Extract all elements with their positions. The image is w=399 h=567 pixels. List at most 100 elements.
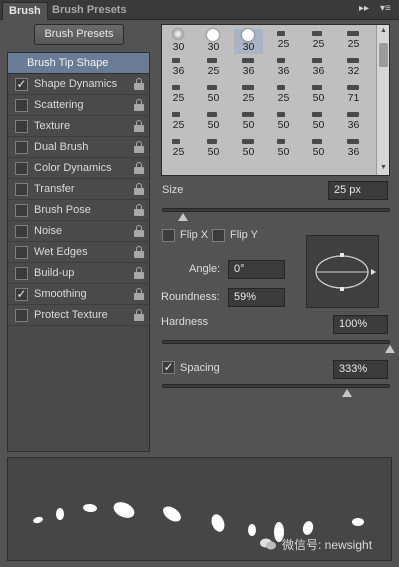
brush-tip-cell[interactable]: 50: [269, 110, 298, 135]
lock-icon[interactable]: [134, 288, 144, 300]
scroll-down-arrow-icon[interactable]: ▼: [380, 164, 387, 171]
brush-tip-cell[interactable]: 36: [164, 56, 193, 81]
setting-checkbox[interactable]: [15, 246, 28, 259]
lock-icon[interactable]: [134, 246, 144, 258]
brush-tip-cell[interactable]: 50: [304, 83, 333, 108]
hardness-slider-track[interactable]: [162, 340, 390, 344]
scroll-thumb[interactable]: [379, 43, 388, 67]
lock-icon[interactable]: [134, 99, 144, 111]
angle-ellipse-icon[interactable]: [307, 236, 380, 309]
brush-tip-cell[interactable]: 25: [339, 29, 368, 54]
setting-checkbox[interactable]: [15, 183, 28, 196]
brush-tip-size: 30: [172, 41, 185, 53]
setting-checkbox[interactable]: [15, 120, 28, 133]
setting-checkbox[interactable]: [15, 225, 28, 238]
hardness-slider-handle[interactable]: [385, 345, 395, 353]
brush-tip-cell[interactable]: 25: [269, 83, 298, 108]
lock-icon[interactable]: [134, 183, 144, 195]
brush-tip-cell[interactable]: 36: [234, 56, 263, 81]
brush-tip-cell[interactable]: 30: [199, 29, 228, 54]
panel-tab-bar: Brush Brush Presets ▸▸ ▾≡: [0, 0, 399, 20]
size-field[interactable]: 25 px: [328, 181, 388, 200]
brush-tip-cell[interactable]: 32: [339, 56, 368, 81]
setting-checkbox[interactable]: [15, 267, 28, 280]
setting-item-protect-texture[interactable]: Protect Texture: [8, 305, 149, 326]
brush-tip-cell[interactable]: 36: [339, 110, 368, 135]
lock-icon[interactable]: [134, 162, 144, 174]
brush-tip-cell[interactable]: 50: [234, 137, 263, 162]
brush-tip-cell[interactable]: 50: [304, 137, 333, 162]
setting-checkbox[interactable]: [15, 309, 28, 322]
brush-tip-cell[interactable]: 50: [304, 110, 333, 135]
brush-tip-cell[interactable]: 25: [234, 83, 263, 108]
setting-checkbox[interactable]: [15, 141, 28, 154]
setting-item-scattering[interactable]: Scattering: [8, 95, 149, 116]
brush-tip-cell[interactable]: 50: [199, 137, 228, 162]
brush-tip-cell[interactable]: 25: [269, 29, 298, 54]
panel-menu-icon[interactable]: ▾≡: [380, 3, 391, 14]
spacing-slider-track[interactable]: [162, 384, 390, 388]
lock-icon[interactable]: [134, 309, 144, 321]
brush-tip-cell[interactable]: 71: [339, 83, 368, 108]
setting-item-smoothing[interactable]: ✓ Smoothing: [8, 284, 149, 305]
setting-checkbox[interactable]: [15, 162, 28, 175]
brush-tip-size: 50: [207, 92, 220, 104]
brush-tip-size: 36: [242, 65, 255, 77]
setting-checkbox[interactable]: ✓: [15, 78, 28, 91]
setting-item-wet-edges[interactable]: Wet Edges: [8, 242, 149, 263]
brush-tip-size: 50: [277, 146, 290, 158]
angle-roundness-widget[interactable]: [306, 235, 379, 308]
lock-icon[interactable]: [134, 267, 144, 279]
tab-brush-presets[interactable]: Brush Presets: [46, 2, 133, 20]
setting-item-color-dynamics[interactable]: Color Dynamics: [8, 158, 149, 179]
brush-tip-cell[interactable]: 25: [164, 110, 193, 135]
setting-item-build-up[interactable]: Build-up: [8, 263, 149, 284]
scroll-up-arrow-icon[interactable]: ▲: [380, 27, 387, 34]
setting-checkbox[interactable]: ✓: [15, 288, 28, 301]
lock-icon[interactable]: [134, 225, 144, 237]
angle-field[interactable]: 0°: [228, 260, 285, 279]
brush-presets-button[interactable]: Brush Presets: [34, 24, 124, 45]
brush-tip-cell[interactable]: 25: [164, 137, 193, 162]
hardness-field[interactable]: 100%: [333, 315, 388, 334]
brush-tip-cell[interactable]: 25: [304, 29, 333, 54]
setting-item-texture[interactable]: Texture: [8, 116, 149, 137]
brush-settings-list: Brush Tip Shape ✓ Shape Dynamics Scattering…: [7, 52, 150, 452]
setting-checkbox[interactable]: [15, 204, 28, 217]
setting-checkbox[interactable]: [15, 99, 28, 112]
roundness-field[interactable]: 59%: [228, 288, 285, 307]
lock-icon[interactable]: [134, 120, 144, 132]
setting-item-transfer[interactable]: Transfer: [8, 179, 149, 200]
lock-icon[interactable]: [134, 78, 144, 90]
size-slider-track[interactable]: [162, 208, 390, 212]
setting-item-brush-pose[interactable]: Brush Pose: [8, 200, 149, 221]
brush-tip-cell[interactable]: 25: [199, 56, 228, 81]
tab-brush[interactable]: Brush: [2, 2, 48, 20]
brush-tip-cell[interactable]: 50: [269, 137, 298, 162]
brush-tip-icon: [312, 112, 322, 117]
setting-item-noise[interactable]: Noise: [8, 221, 149, 242]
spacing-slider-handle[interactable]: [341, 389, 352, 397]
double-chevron-icon[interactable]: ▸▸: [359, 3, 369, 14]
flip-x-checkbox[interactable]: [162, 229, 175, 242]
setting-item-brush-tip-shape[interactable]: Brush Tip Shape: [8, 53, 149, 74]
size-slider-handle[interactable]: [177, 213, 188, 221]
spacing-checkbox[interactable]: ✓: [162, 361, 175, 374]
setting-item-shape-dynamics[interactable]: ✓ Shape Dynamics: [8, 74, 149, 95]
brush-tip-cell[interactable]: 50: [199, 110, 228, 135]
lock-icon[interactable]: [134, 204, 144, 216]
brush-tip-cell[interactable]: 36: [269, 56, 298, 81]
spacing-field[interactable]: 333%: [333, 360, 388, 379]
brush-tip-cell[interactable]: 50: [234, 110, 263, 135]
brush-tip-cell[interactable]: 36: [304, 56, 333, 81]
brush-tip-cell[interactable]: 50: [199, 83, 228, 108]
brush-tip-cell[interactable]: 36: [339, 137, 368, 162]
flip-y-checkbox[interactable]: [212, 229, 225, 242]
setting-item-dual-brush[interactable]: Dual Brush: [8, 137, 149, 158]
lock-icon[interactable]: [134, 141, 144, 153]
grid-scrollbar[interactable]: ▲ ▼: [376, 25, 389, 175]
brush-tip-cell[interactable]: 30: [164, 29, 193, 54]
brush-tip-icon: [242, 85, 254, 90]
brush-tip-cell[interactable]: 25: [164, 83, 193, 108]
brush-tip-cell[interactable]: 30: [234, 29, 263, 54]
